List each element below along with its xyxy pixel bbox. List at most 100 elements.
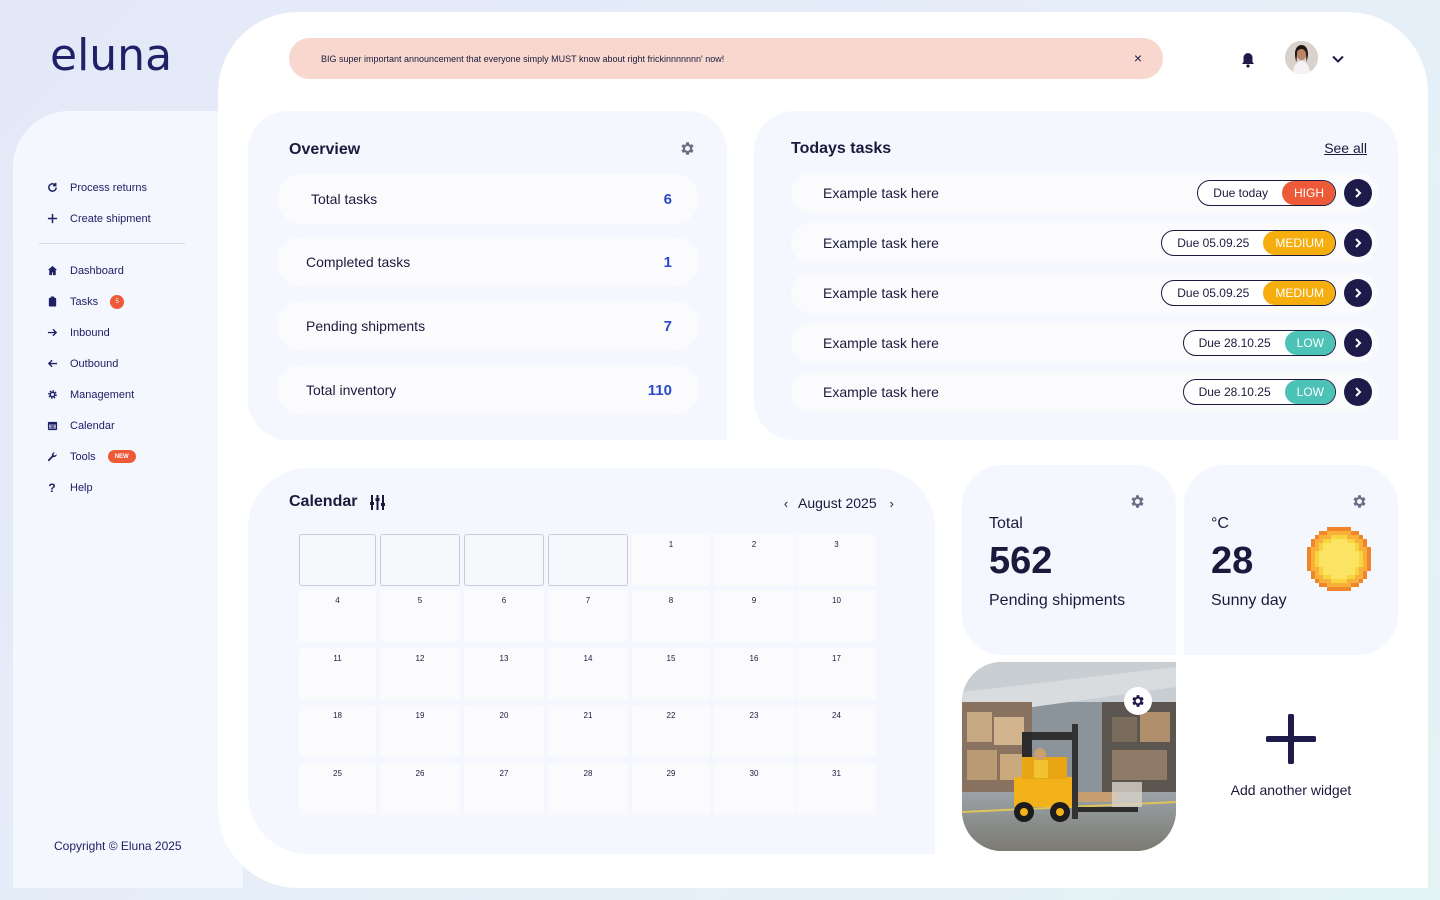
overview-row-pending-shipments[interactable]: Pending shipments 7 <box>277 301 699 351</box>
avatar[interactable] <box>1285 41 1318 74</box>
overview-row-value: 6 <box>663 190 672 208</box>
clipboard-icon <box>46 296 58 308</box>
calendar-day-cell[interactable]: 25 <box>299 763 376 815</box>
calendar-title: Calendar <box>289 493 358 510</box>
chevron-right-icon <box>1355 338 1362 348</box>
overview-row-total-tasks[interactable]: Total tasks 6 <box>277 174 699 224</box>
calendar-day-cell[interactable]: 28 <box>548 763 628 815</box>
calendar-day-cell[interactable]: 6 <box>464 590 544 642</box>
calendar-empty-cell <box>299 534 376 586</box>
sidebar-item-tasks[interactable]: Tasks 5 <box>46 286 136 317</box>
sidebar-item-inbound[interactable]: Inbound <box>46 317 136 348</box>
calendar-day-cell[interactable]: 15 <box>632 648 710 700</box>
task-row[interactable]: Example task here Due 28.10.25 LOW <box>791 323 1378 363</box>
task-row[interactable]: Example task here Due 28.10.25 LOW <box>791 372 1378 412</box>
sidebar: Process returns Create shipment Dashboar… <box>13 111 243 888</box>
open-task-button[interactable] <box>1344 279 1372 307</box>
process-returns-item[interactable]: Process returns <box>46 172 151 203</box>
add-widget-button[interactable]: Add another widget <box>1208 702 1374 812</box>
chevron-right-icon <box>1355 387 1362 397</box>
sidebar-item-dashboard[interactable]: Dashboard <box>46 255 136 286</box>
calendar-day-cell[interactable]: 29 <box>632 763 710 815</box>
calendar-day-cell[interactable]: 14 <box>548 648 628 700</box>
calendar-day-cell[interactable]: 10 <box>797 590 876 642</box>
chevron-right-icon <box>1355 188 1362 198</box>
open-task-button[interactable] <box>1344 179 1372 207</box>
calendar-day-cell[interactable]: 30 <box>713 763 795 815</box>
overview-card: Overview Total tasks 6 Completed tasks 1… <box>248 111 727 440</box>
task-row[interactable]: Example task here Due 05.09.25 MEDIUM <box>791 223 1378 263</box>
calendar-day-cell[interactable]: 1 <box>632 534 710 586</box>
task-due-pill: Due 05.09.25 MEDIUM <box>1161 280 1336 306</box>
calendar-day-cell[interactable]: 31 <box>797 763 876 815</box>
task-due-date: Due 05.09.25 <box>1177 236 1250 250</box>
calendar-day-cell[interactable]: 16 <box>713 648 795 700</box>
close-icon[interactable]: × <box>1131 51 1145 65</box>
task-priority-badge: HIGH <box>1282 181 1336 205</box>
widget-subtitle: Sunny day <box>1211 592 1287 609</box>
photo-settings-button[interactable] <box>1124 687 1152 715</box>
gear-icon <box>1132 695 1144 707</box>
sidebar-item-label: Inbound <box>70 326 110 339</box>
calendar-day-cell[interactable]: 27 <box>464 763 544 815</box>
calendar-day-cell[interactable]: 23 <box>713 705 795 757</box>
calendar-day-cell[interactable]: 8 <box>632 590 710 642</box>
calendar-day-cell[interactable]: 9 <box>713 590 795 642</box>
tasks-count-badge: 5 <box>110 294 125 309</box>
gear-icon[interactable] <box>1129 493 1146 510</box>
calendar-day-cell[interactable]: 13 <box>464 648 544 700</box>
calendar-day-cell[interactable]: 12 <box>380 648 460 700</box>
overview-row-label: Total inventory <box>306 382 397 398</box>
task-row[interactable]: Example task here Due today HIGH <box>791 173 1378 213</box>
calendar-day-cell[interactable]: 19 <box>380 705 460 757</box>
calendar-day-cell[interactable]: 17 <box>797 648 876 700</box>
prev-month-button[interactable]: ‹ <box>780 496 792 511</box>
calendar-day-cell[interactable]: 3 <box>797 534 876 586</box>
calendar-day-cell[interactable]: 21 <box>548 705 628 757</box>
open-task-button[interactable] <box>1344 378 1372 406</box>
calendar-day-cell[interactable]: 18 <box>299 705 376 757</box>
task-label: Example task here <box>823 335 939 351</box>
sidebar-item-help[interactable]: ? Help <box>46 472 136 503</box>
calendar-day-cell[interactable]: 4 <box>299 590 376 642</box>
sidebar-item-calendar[interactable]: Calendar <box>46 410 136 441</box>
calendar-day-cell[interactable]: 11 <box>299 648 376 700</box>
sidebar-item-label: Help <box>70 481 93 494</box>
wrench-icon <box>46 451 58 463</box>
task-row[interactable]: Example task here Due 05.09.25 MEDIUM <box>791 273 1378 313</box>
plus-icon <box>1266 714 1316 764</box>
calendar-card: Calendar ‹ August 2025 › 1 2 3 4 5 6 7 8 9 10 11 12… <box>248 468 935 854</box>
overview-row-total-inventory[interactable]: Total inventory 110 <box>277 365 699 415</box>
warehouse-photo-widget <box>962 662 1176 851</box>
notification-bell-icon[interactable] <box>1239 51 1257 69</box>
new-badge: NEW <box>107 450 136 463</box>
sidebar-item-management[interactable]: Management <box>46 379 136 410</box>
task-due-date: Due today <box>1213 186 1268 200</box>
create-shipment-item[interactable]: Create shipment <box>46 203 151 234</box>
overview-row-value: 1 <box>663 253 672 271</box>
gear-icon[interactable] <box>679 140 696 157</box>
next-month-button[interactable]: › <box>886 496 898 511</box>
calendar-day-cell[interactable]: 5 <box>380 590 460 642</box>
sidebar-item-label: Dashboard <box>70 264 124 277</box>
sidebar-item-outbound[interactable]: Outbound <box>46 348 136 379</box>
calendar-day-cell[interactable]: 20 <box>464 705 544 757</box>
filter-sliders-icon[interactable] <box>369 494 386 511</box>
home-icon <box>46 265 58 277</box>
calendar-day-cell[interactable]: 7 <box>548 590 628 642</box>
task-due-pill: Due 28.10.25 LOW <box>1182 330 1336 356</box>
open-task-button[interactable] <box>1344 229 1372 257</box>
overview-row-label: Completed tasks <box>306 254 411 270</box>
sidebar-item-tools[interactable]: Tools NEW <box>46 441 136 472</box>
see-all-link[interactable]: See all <box>1324 140 1367 156</box>
open-task-button[interactable] <box>1344 329 1372 357</box>
eluna-logo[interactable]: eluna <box>50 30 172 78</box>
overview-row-completed-tasks[interactable]: Completed tasks 1 <box>277 237 699 287</box>
calendar-day-cell[interactable]: 2 <box>713 534 795 586</box>
calendar-day-cell[interactable]: 26 <box>380 763 460 815</box>
chevron-down-icon[interactable] <box>1330 51 1346 67</box>
calendar-day-cell[interactable]: 24 <box>797 705 876 757</box>
gear-icon[interactable] <box>1351 493 1368 510</box>
logo-text: eluna <box>50 30 173 81</box>
calendar-day-cell[interactable]: 22 <box>632 705 710 757</box>
